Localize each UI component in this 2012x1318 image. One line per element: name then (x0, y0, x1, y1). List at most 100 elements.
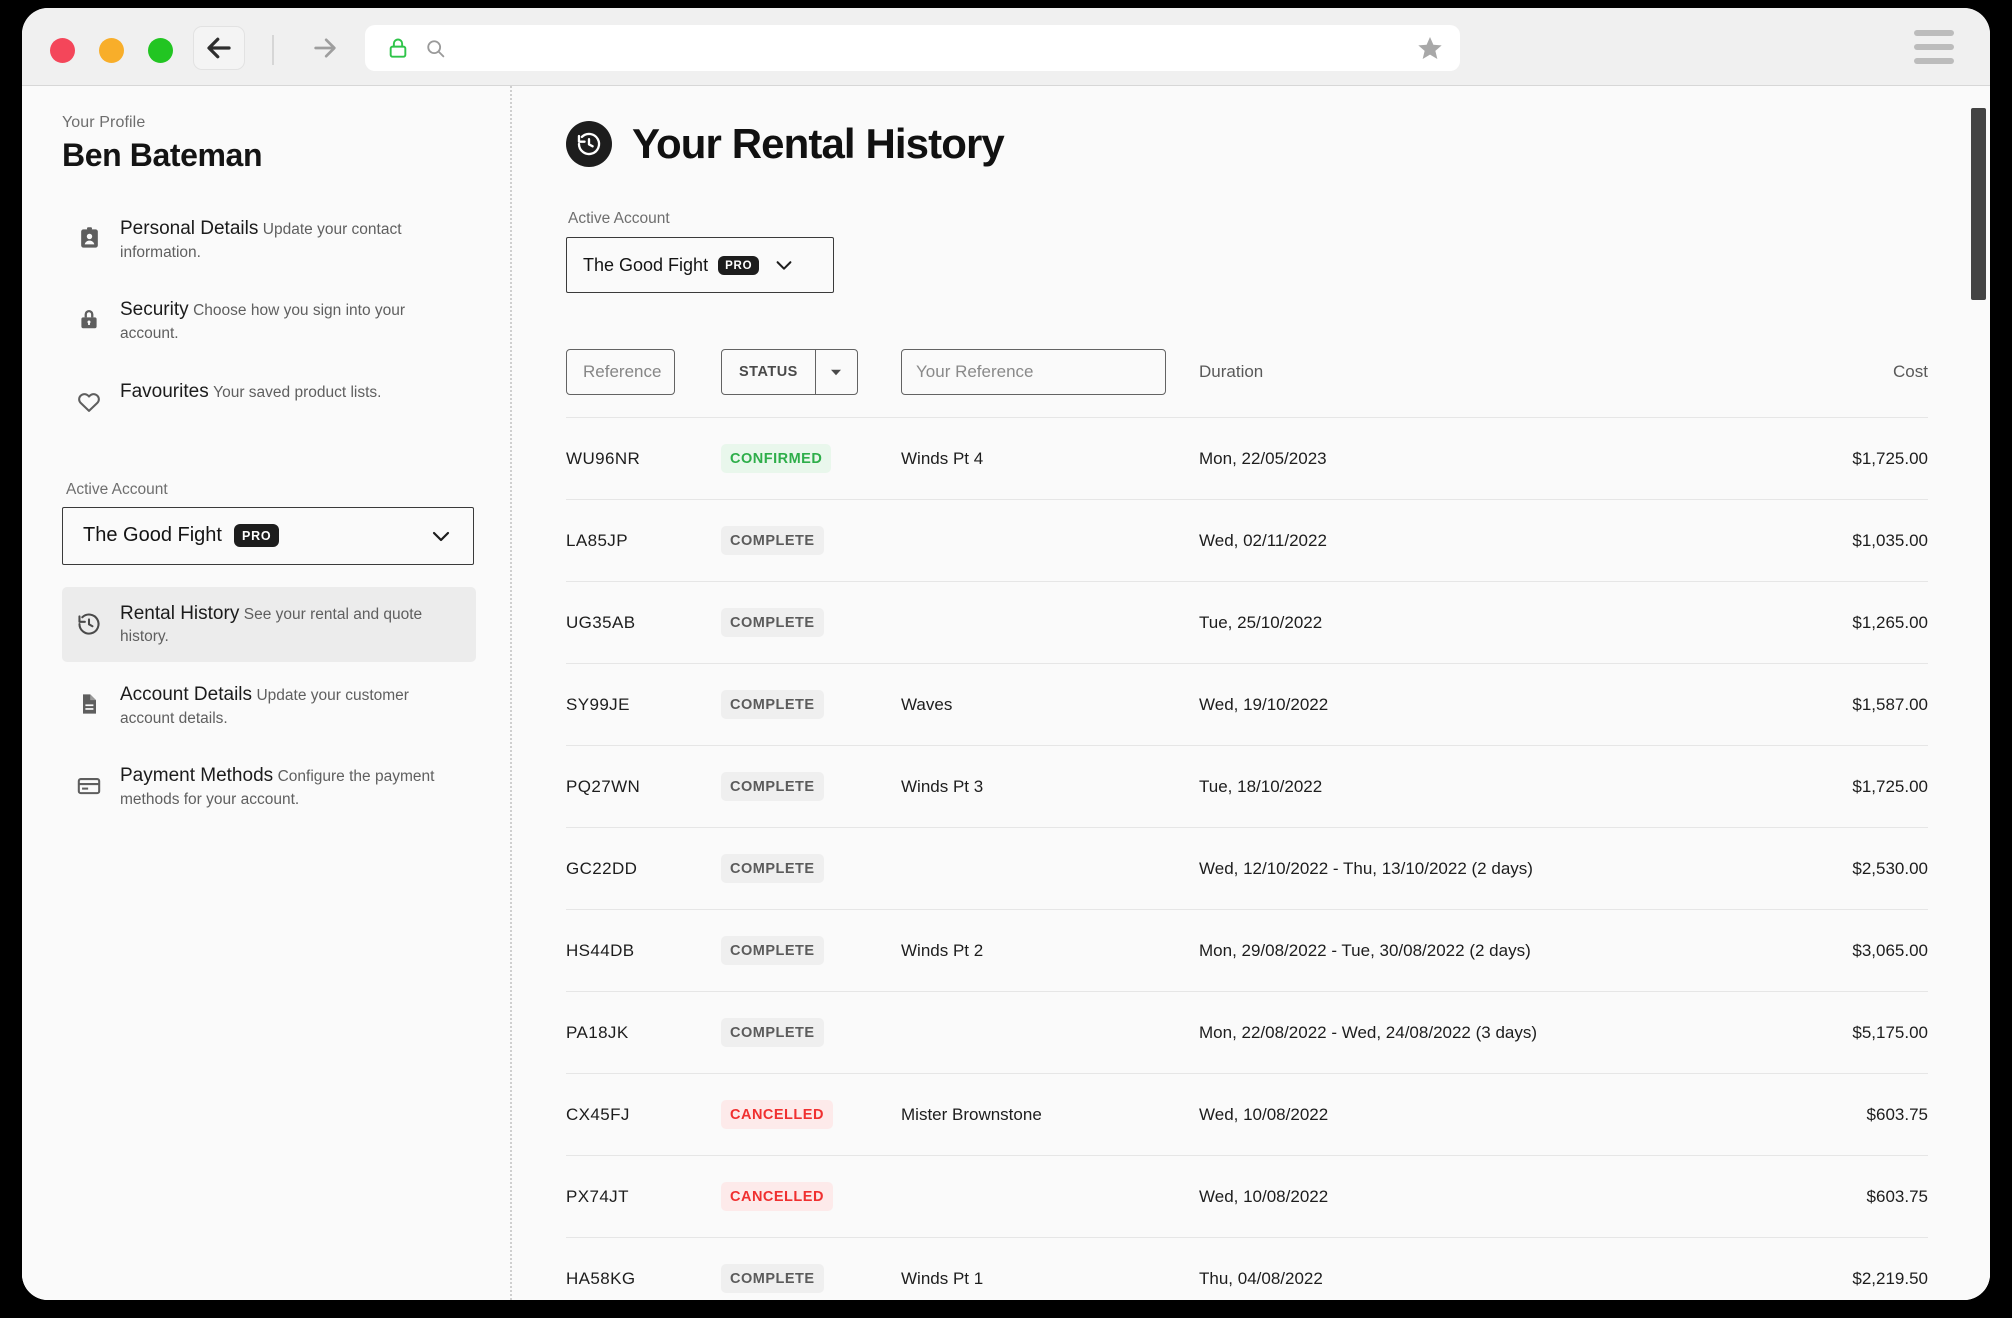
table-row[interactable]: LA85JP COMPLETE Wed, 02/11/2022 $1,035.00 (566, 499, 1928, 582)
sidebar-item-rental-history[interactable]: Rental History See your rental and quote… (62, 586, 476, 662)
main-content: Your Rental History Active Account The G… (512, 86, 1990, 1300)
page-header: Your Rental History (566, 120, 1928, 168)
table-row[interactable]: PX74JT CANCELLED Wed, 10/08/2022 $603.75 (566, 1155, 1928, 1238)
sidebar-item-security[interactable]: Security Choose how you sign into your a… (62, 283, 476, 358)
history-clock-icon (566, 121, 612, 167)
cell-your-reference (901, 992, 1199, 1074)
cell-duration: Wed, 12/10/2022 - Thu, 13/10/2022 (2 day… (1199, 858, 1533, 878)
table-row[interactable]: GC22DD COMPLETE Wed, 12/10/2022 - Thu, 13/… (566, 827, 1928, 910)
table-row[interactable]: UG35AB COMPLETE Tue, 25/10/2022 $1,265.00 (566, 581, 1928, 664)
star-icon[interactable] (1416, 34, 1444, 62)
sidebar-item-payment-methods[interactable]: Payment Methods Configure the payment me… (62, 749, 476, 824)
cost-label: Cost (1893, 362, 1928, 381)
table-row[interactable]: PA18JK COMPLETE Mon, 22/08/2022 - Wed, 24/… (566, 991, 1928, 1074)
lock-icon (387, 36, 409, 60)
sidebar-item-title: Account Details (120, 683, 253, 705)
minimize-window-button[interactable] (99, 38, 124, 63)
cell-cost: $1,265.00 (1852, 612, 1928, 632)
status-filter-dropdown[interactable]: STATUS (721, 349, 858, 395)
column-header-duration: Duration (1199, 349, 1698, 418)
forward-button[interactable] (302, 26, 348, 70)
table-header: Reference STATUS Your Reference Duration… (566, 349, 1928, 418)
sidebar-item-text: Security Choose how you sign into your a… (120, 297, 466, 344)
cell-reference: PQ27WN (566, 776, 641, 796)
page-scrollbar[interactable] (1970, 86, 1990, 1300)
sidebar-item-desc: Your saved product lists. (213, 383, 382, 401)
lock-icon (76, 307, 102, 331)
chevron-down-icon (429, 524, 453, 548)
status-badge: CANCELLED (721, 1182, 833, 1211)
table-row[interactable]: PQ27WN COMPLETE Winds Pt 3 Tue, 18/10/2022 $… (566, 745, 1928, 828)
cell-status: COMPLETE (721, 582, 901, 664)
page-title: Your Rental History (632, 120, 1005, 167)
credit-card-icon (76, 773, 102, 799)
status-badge: CANCELLED (721, 1100, 833, 1129)
table-row[interactable]: HA58KG COMPLETE Winds Pt 1 Thu, 04/08/2022 $… (566, 1237, 1928, 1301)
arrow-right-icon (314, 38, 336, 58)
sidebar-item-account-details[interactable]: Account Details Update your customer acc… (62, 668, 476, 743)
table-header-row: Reference STATUS Your Reference Duration… (566, 349, 1928, 418)
heart-icon (76, 389, 102, 415)
address-bar[interactable] (365, 25, 1460, 71)
table-row[interactable]: CX45FJ CANCELLED Mister Brownstone Wed, 10/… (566, 1073, 1928, 1156)
cell-duration: Thu, 04/08/2022 (1199, 1268, 1323, 1288)
cell-reference: HS44DB (566, 940, 635, 960)
cell-reference: LA85JP (566, 530, 628, 550)
profile-kicker: Your Profile (62, 114, 146, 131)
status-badge: COMPLETE (721, 526, 824, 555)
chevron-down-icon (773, 254, 795, 276)
cell-cost: $2,530.00 (1852, 858, 1928, 878)
main-account-selector[interactable]: The Good Fight PRO (566, 237, 834, 293)
your-reference-filter-input[interactable] (901, 349, 1166, 395)
status-badge: CONFIRMED (721, 444, 832, 473)
arrow-left-icon (207, 37, 231, 59)
url-input[interactable] (458, 38, 1406, 58)
profile-nav-list: Personal Details Update your contact inf… (62, 202, 476, 435)
cell-your-reference: Winds Pt 1 (901, 1268, 984, 1288)
table-row[interactable]: WU96NR CONFIRMED Winds Pt 4 Mon, 22/05/2023… (566, 417, 1928, 500)
cell-status: CANCELLED (721, 1156, 901, 1238)
scrollbar-thumb[interactable] (1971, 108, 1986, 300)
sidebar-item-text: Account Details Update your customer acc… (120, 682, 466, 729)
cell-duration: Mon, 22/05/2023 (1199, 448, 1327, 468)
sidebar-item-personal-details[interactable]: Personal Details Update your contact inf… (62, 202, 476, 277)
column-header-cost: Cost (1698, 349, 1928, 418)
hamburger-menu-icon[interactable] (1914, 30, 1954, 64)
close-window-button[interactable] (50, 38, 75, 63)
status-filter-label: STATUS (739, 364, 798, 380)
cell-your-reference (901, 582, 1199, 664)
table-row[interactable]: SY99JE COMPLETE Waves Wed, 19/10/2022 $1,587… (566, 663, 1928, 746)
maximize-window-button[interactable] (148, 38, 173, 63)
cell-reference: GC22DD (566, 858, 638, 878)
cell-duration: Wed, 10/08/2022 (1199, 1104, 1329, 1124)
profile-name: Ben Bateman (62, 137, 263, 173)
hamburger-line (1914, 58, 1954, 64)
sidebar-item-title: Personal Details (120, 218, 259, 239)
cell-cost: $1,725.00 (1852, 448, 1928, 468)
sidebar-item-title: Payment Methods (120, 765, 274, 787)
reference-filter-input[interactable]: Reference (566, 349, 675, 395)
document-icon (76, 692, 102, 716)
window-traffic-lights (50, 38, 173, 63)
status-badge: COMPLETE (721, 608, 824, 637)
table-row[interactable]: HS44DB COMPLETE Winds Pt 2 Mon, 29/08/2022 … (566, 909, 1928, 992)
cell-status: COMPLETE (721, 664, 901, 746)
hamburger-line (1914, 30, 1954, 36)
status-badge: COMPLETE (721, 1264, 824, 1293)
cell-cost: $603.75 (1866, 1104, 1928, 1124)
caret-down-icon[interactable] (814, 350, 857, 394)
sidebar-item-favourites[interactable]: Favourites Your saved product lists. (62, 365, 476, 429)
column-header-reference: Reference (566, 349, 721, 418)
back-button[interactable] (193, 26, 245, 70)
cell-your-reference (901, 500, 1199, 582)
cell-your-reference (901, 828, 1199, 910)
status-badge: COMPLETE (721, 936, 824, 965)
cell-your-reference: Winds Pt 2 (901, 940, 984, 960)
cell-duration: Wed, 19/10/2022 (1199, 694, 1329, 714)
id-card-icon (76, 226, 102, 251)
cell-status: COMPLETE (721, 828, 901, 910)
sidebar-account-selector[interactable]: The Good Fight PRO (62, 506, 474, 565)
toolbar-divider (272, 35, 274, 65)
history-clock-icon (76, 611, 102, 637)
cell-status: CONFIRMED (721, 418, 901, 500)
